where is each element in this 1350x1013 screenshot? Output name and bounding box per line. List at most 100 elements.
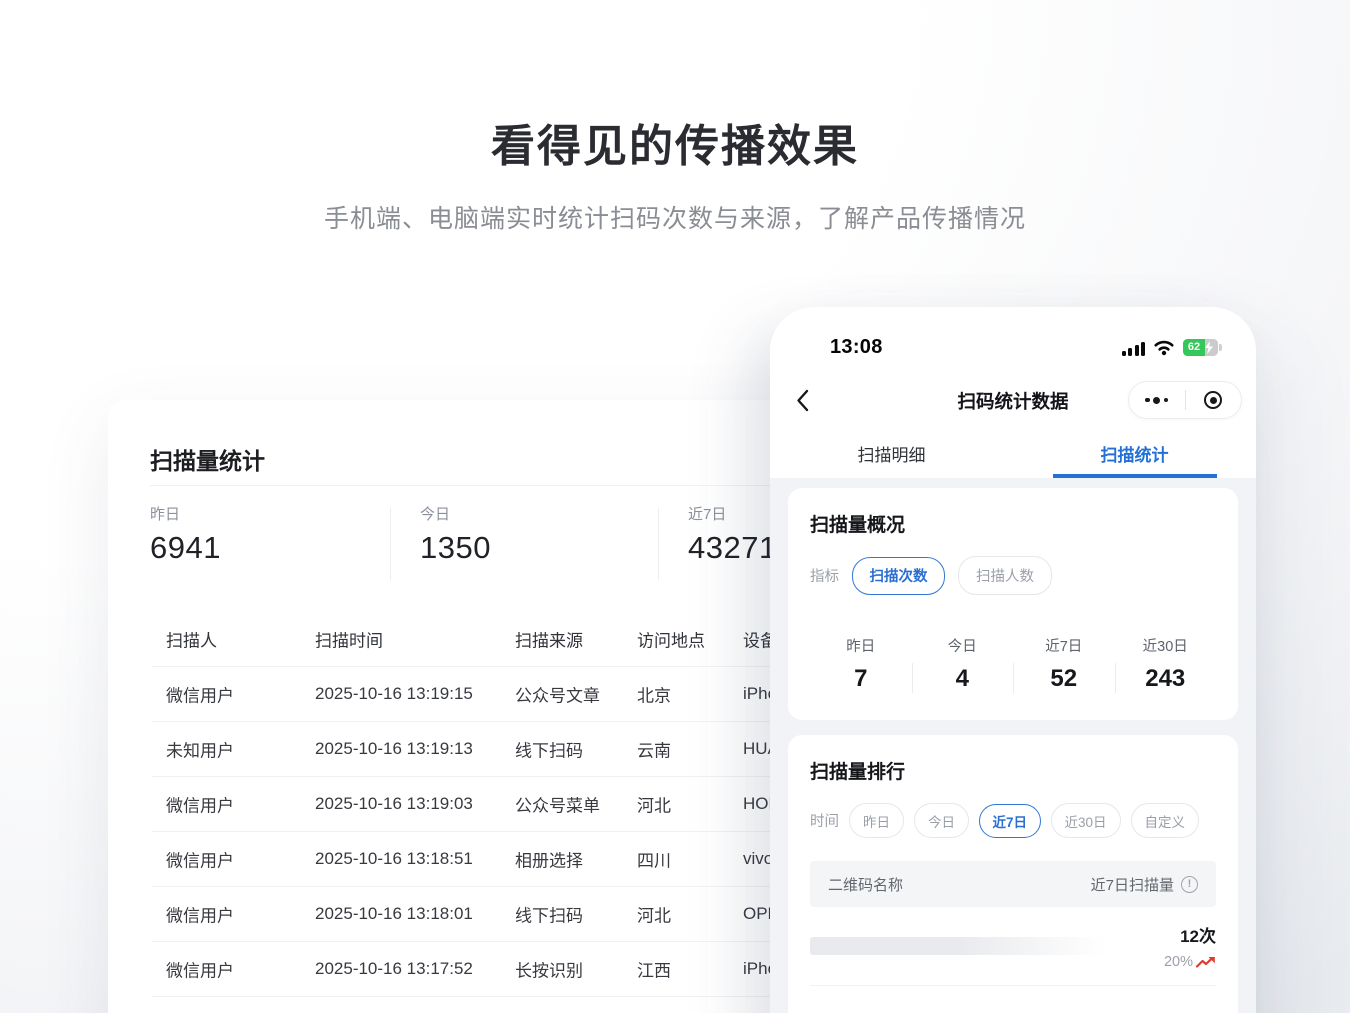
miniprogram-capsule <box>1128 381 1242 419</box>
cell-scanner: 微信用户 <box>166 792 234 817</box>
column-header: 扫描时间 <box>315 627 383 652</box>
cell-scanner: 微信用户 <box>166 847 234 872</box>
stat-value: 6941 <box>150 530 221 566</box>
stat-label: 昨日 <box>810 635 912 656</box>
stat-yesterday: 昨日 7 <box>810 635 912 693</box>
stat-last-30-days: 近30日 243 <box>1115 635 1217 693</box>
pill-last-7-days[interactable]: 近7日 <box>979 804 1041 838</box>
stat-value: 4 <box>912 665 1014 693</box>
cell-location: 四川 <box>637 847 671 872</box>
battery-charging-badge: 62 <box>1183 339 1218 356</box>
stat-value: 7 <box>810 665 912 693</box>
tab-bar: 扫描明细 扫描统计 <box>770 429 1256 478</box>
divider <box>390 508 391 580</box>
stat-value: 243 <box>1115 665 1217 693</box>
cell-time: 2025-10-16 13:19:03 <box>315 794 473 814</box>
pill-custom[interactable]: 自定义 <box>1131 803 1200 838</box>
column-header: 扫描人 <box>166 627 217 652</box>
cell-source: 公众号文章 <box>515 682 600 707</box>
capsule-record-icon[interactable] <box>1186 391 1242 409</box>
overview-stats: 昨日 7 今日 4 近7日 52 近30日 243 <box>810 635 1216 693</box>
stat-value: 52 <box>1013 665 1115 693</box>
column-qrcode-name: 二维码名称 <box>828 874 903 895</box>
cell-location: 江西 <box>637 957 671 982</box>
stat-label: 近7日 <box>688 503 777 524</box>
cell-source: 长按识别 <box>515 957 583 982</box>
stat-yesterday: 昨日 6941 <box>150 503 221 566</box>
cell-scanner: 微信用户 <box>166 682 234 707</box>
stat-label: 今日 <box>420 503 491 524</box>
nav-bar: 扫码统计数据 <box>770 377 1256 425</box>
stat-label: 近30日 <box>1115 635 1217 656</box>
cell-location: 云南 <box>637 737 671 762</box>
desktop-card-title: 扫描量统计 <box>150 442 265 476</box>
cell-time: 2025-10-16 13:18:01 <box>315 904 473 924</box>
cell-source: 相册选择 <box>515 847 583 872</box>
stat-label: 今日 <box>912 635 1014 656</box>
stat-last-7-days: 近7日 43271 <box>688 503 777 566</box>
trend-percent: 20% <box>1164 954 1193 970</box>
cellular-signal-icon <box>1122 341 1146 356</box>
charging-bolt-icon <box>1204 341 1214 354</box>
cell-time: 2025-10-16 13:18:51 <box>315 849 473 869</box>
scan-count: 12次 <box>1164 922 1216 947</box>
cell-source: 线下扫码 <box>515 902 583 927</box>
card-title: 扫描量概况 <box>810 510 1216 537</box>
stat-today: 今日 1350 <box>420 503 491 566</box>
metric-selector: 指标 扫描次数 扫描人数 <box>810 556 1216 595</box>
cell-source: 公众号菜单 <box>515 792 600 817</box>
info-icon[interactable]: ! <box>1181 876 1198 893</box>
time-range-selector: 时间 昨日 今日 近7日 近30日 自定义 <box>810 803 1216 838</box>
status-icons: 62 <box>1122 339 1219 356</box>
stat-value: 43271 <box>688 530 777 566</box>
status-bar: 13:08 62 <box>770 331 1256 363</box>
pill-yesterday[interactable]: 昨日 <box>849 803 904 838</box>
stat-value: 1350 <box>420 530 491 566</box>
divider <box>1115 663 1116 693</box>
phone-content: 扫描量概况 指标 扫描次数 扫描人数 昨日 7 今日 4 近7日 52 <box>770 478 1256 1013</box>
scan-overview-card: 扫描量概况 指标 扫描次数 扫描人数 昨日 7 今日 4 近7日 52 <box>788 488 1238 720</box>
cell-scanner: 微信用户 <box>166 957 234 982</box>
phone-mockup: 13:08 62 扫码统计数据 <box>770 307 1256 1013</box>
stat-label: 昨日 <box>150 503 221 524</box>
cell-device: vivo <box>743 849 773 869</box>
page-subtitle: 手机端、电脑端实时统计扫码次数与来源，了解产品传播情况 <box>0 199 1350 235</box>
cell-time: 2025-10-16 13:19:13 <box>315 739 473 759</box>
battery-percent: 62 <box>1183 339 1205 356</box>
wifi-icon <box>1153 339 1175 356</box>
time-label: 时间 <box>810 810 839 831</box>
trend-up-icon <box>1196 956 1216 968</box>
stat-today: 今日 4 <box>912 635 1014 693</box>
tab-scan-detail[interactable]: 扫描明细 <box>770 429 1013 478</box>
cell-location: 河北 <box>637 792 671 817</box>
scan-ranking-card: 扫描量排行 时间 昨日 今日 近7日 近30日 自定义 二维码名称 近7日扫描量… <box>788 735 1238 1013</box>
cell-source: 线下扫码 <box>515 737 583 762</box>
divider <box>658 508 659 580</box>
divider <box>1013 663 1014 693</box>
stat-label: 近7日 <box>1013 635 1115 656</box>
column-header: 访问地点 <box>637 627 705 652</box>
ranking-table-header: 二维码名称 近7日扫描量 ! <box>810 861 1216 907</box>
divider <box>912 663 913 693</box>
card-title: 扫描量排行 <box>810 757 1216 784</box>
pill-scan-people[interactable]: 扫描人数 <box>958 556 1052 595</box>
more-dots-icon[interactable] <box>1129 397 1185 404</box>
cell-scanner: 未知用户 <box>166 737 234 762</box>
ranking-row: 12次 20% <box>810 907 1216 986</box>
redacted-qrcode-name <box>810 937 1106 955</box>
column-header: 扫描来源 <box>515 627 583 652</box>
cell-location: 河北 <box>637 902 671 927</box>
cell-time: 2025-10-16 13:19:15 <box>315 684 473 704</box>
pill-last-30-days[interactable]: 近30日 <box>1051 803 1121 838</box>
pill-scan-count[interactable]: 扫描次数 <box>852 557 945 595</box>
cell-scanner: 微信用户 <box>166 902 234 927</box>
stat-last-7-days: 近7日 52 <box>1013 635 1115 693</box>
status-time: 13:08 <box>830 336 883 359</box>
metric-label: 指标 <box>810 565 839 586</box>
pill-today[interactable]: 今日 <box>914 803 969 838</box>
tab-scan-statistics[interactable]: 扫描统计 <box>1013 429 1256 478</box>
column-scan-volume: 近7日扫描量 <box>1091 874 1174 895</box>
page-title: 看得见的传播效果 <box>0 110 1350 174</box>
cell-time: 2025-10-16 13:17:52 <box>315 959 473 979</box>
cell-location: 北京 <box>637 682 671 707</box>
